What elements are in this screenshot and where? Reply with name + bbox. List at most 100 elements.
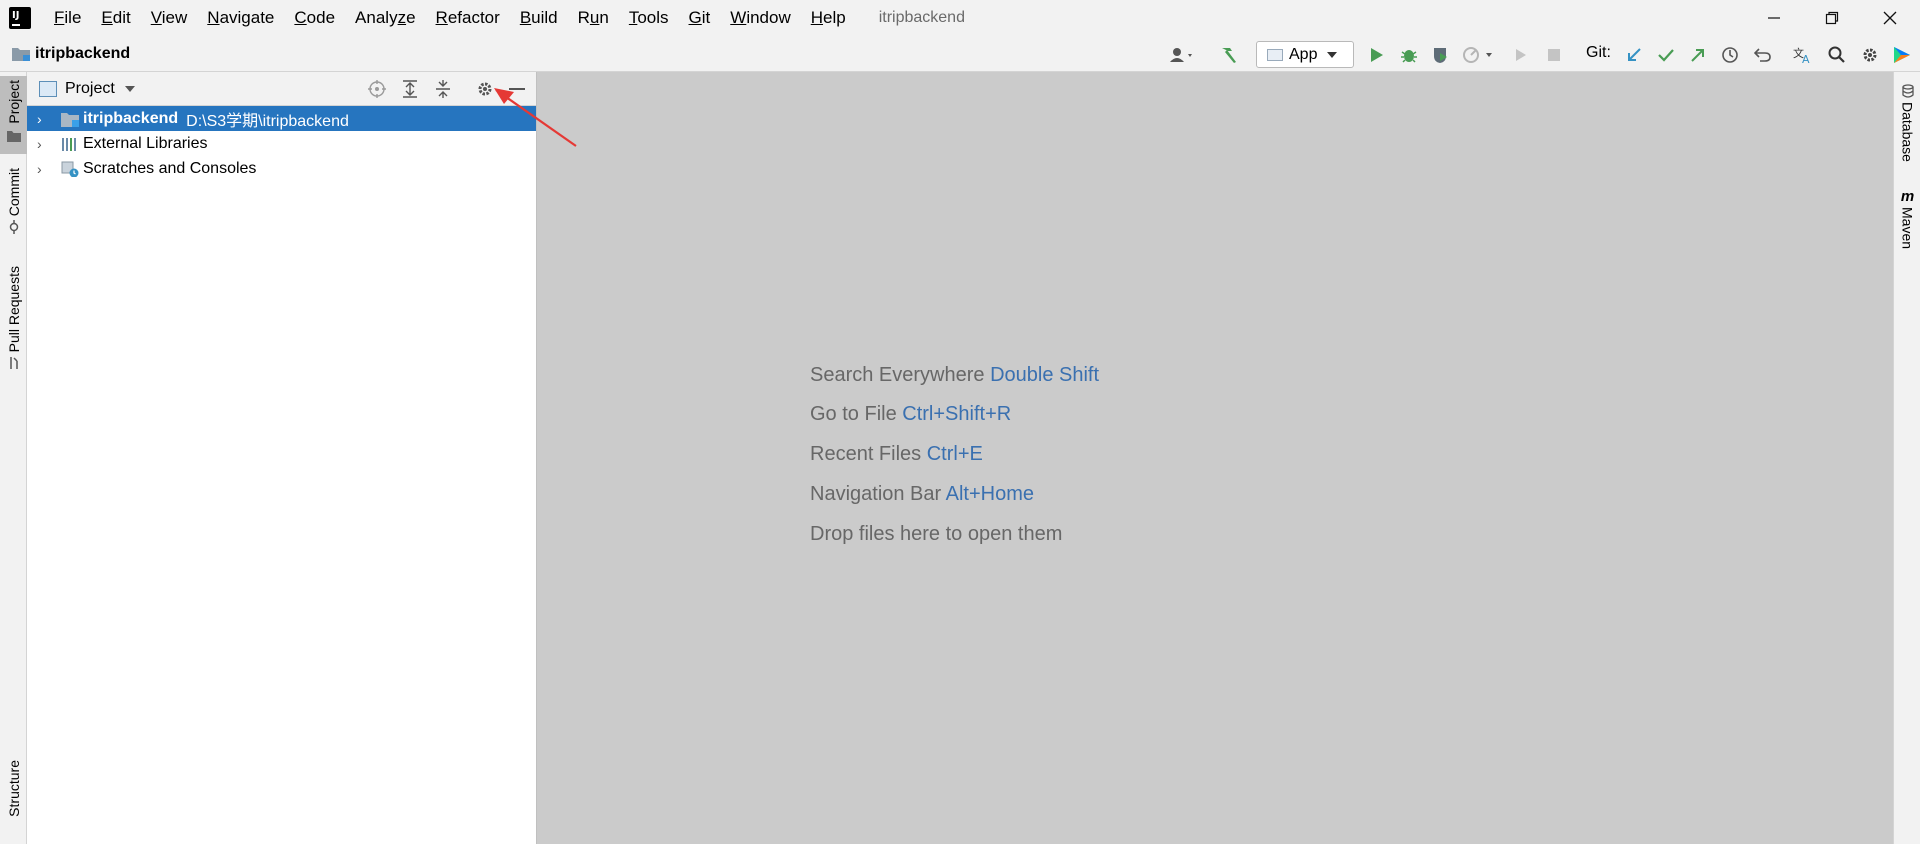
expand-all-button[interactable] — [399, 78, 421, 100]
collapse-all-button[interactable] — [432, 78, 454, 100]
run-with-coverage-button[interactable] — [1430, 44, 1452, 66]
menu-tools[interactable]: Tools — [618, 8, 678, 28]
panel-options-button[interactable] — [474, 78, 496, 100]
translate-icon: 文A — [1793, 46, 1810, 64]
chevron-right-icon[interactable]: › — [37, 111, 49, 127]
chevron-down-icon[interactable] — [124, 85, 135, 92]
close-icon — [1883, 11, 1897, 25]
project-panel-title[interactable]: Project — [65, 80, 115, 98]
commit-icon — [9, 220, 18, 235]
code-with-me-icon — [1894, 47, 1910, 63]
menu-refactor[interactable]: Refactor — [425, 8, 509, 28]
menu-window[interactable]: Window — [719, 8, 799, 28]
hint-shortcut: Ctrl+E — [926, 443, 983, 465]
run-configuration-select[interactable]: App — [1256, 41, 1354, 68]
project-view-icon — [39, 80, 57, 97]
hint-shortcut: Ctrl+Shift+R — [902, 403, 1012, 425]
minimize-button[interactable] — [1745, 0, 1803, 36]
tool-tab-structure-label: Structure — [5, 760, 22, 817]
git-update-button[interactable] — [1623, 44, 1645, 66]
tool-tab-pull-requests-label: Pull Requests — [5, 266, 22, 353]
debug-button[interactable] — [1398, 44, 1420, 66]
pull-request-icon — [9, 357, 18, 370]
svg-text:A: A — [1802, 53, 1810, 64]
tree-node-external-libraries[interactable]: › External Libraries — [27, 131, 536, 156]
editor-area[interactable]: Search Everywhere Double Shift Go to Fil… — [536, 72, 1893, 844]
gear-icon — [478, 82, 492, 96]
tool-tab-maven-label: Maven — [1899, 207, 1916, 250]
git-commit-button[interactable] — [1655, 44, 1677, 66]
restore-icon — [1825, 11, 1839, 25]
project-panel-header: Project — [27, 72, 536, 106]
menu-view[interactable]: View — [140, 8, 197, 28]
chevron-down-icon — [1327, 51, 1338, 58]
menu-code[interactable]: Code — [283, 8, 344, 28]
hint-label: Recent Files — [810, 443, 922, 465]
database-icon — [1901, 84, 1914, 98]
hint-drop-files: Drop files here to open them — [810, 523, 1062, 546]
chevron-right-icon[interactable]: › — [37, 161, 49, 177]
git-push-button[interactable] — [1687, 44, 1709, 66]
tool-tab-commit-label: Commit — [5, 168, 22, 217]
menu-run[interactable]: Run — [567, 8, 618, 28]
undo-icon — [1754, 48, 1771, 62]
hint-label: Go to File — [810, 403, 897, 425]
menu-edit[interactable]: Edit — [90, 8, 139, 28]
checkmark-icon — [1658, 49, 1674, 62]
search-icon — [1828, 46, 1845, 63]
menu-navigate[interactable]: Navigate — [196, 8, 283, 28]
chevron-right-icon[interactable]: › — [37, 136, 49, 152]
tool-tab-pull-requests[interactable]: Pull Requests — [0, 266, 27, 376]
tree-node-scratches[interactable]: › Scratches and Consoles — [27, 156, 536, 181]
git-rollback-button[interactable] — [1752, 44, 1774, 66]
resume-icon — [1516, 49, 1526, 61]
tool-tab-project[interactable]: Project — [0, 76, 27, 154]
breadcrumb-project[interactable]: itripbackend — [35, 45, 130, 63]
settings-button[interactable] — [1859, 44, 1881, 66]
hint-label: Navigation Bar — [810, 483, 942, 505]
tree-node-project-root[interactable]: › itripbackend D:\S3学期\itripbackend — [27, 106, 536, 131]
tool-tab-maven[interactable]: m Maven — [1894, 188, 1920, 249]
profiler-icon — [1463, 47, 1492, 63]
stop-button[interactable] — [1543, 44, 1565, 66]
git-history-button[interactable] — [1719, 44, 1741, 66]
close-button[interactable] — [1861, 0, 1919, 36]
hint-navigation-bar: Navigation Bar Alt+Home — [810, 483, 1034, 506]
menu-help[interactable]: Help — [800, 8, 855, 28]
translate-button[interactable]: 文A — [1792, 44, 1814, 66]
target-icon — [368, 80, 386, 98]
tool-tab-database-label: Database — [1899, 102, 1916, 162]
minimize-icon — [1768, 17, 1780, 19]
run-button[interactable] — [1366, 44, 1388, 66]
hammer-icon — [1222, 48, 1236, 63]
tool-tab-database[interactable]: Database — [1894, 84, 1920, 162]
git-label: Git: — [1586, 44, 1611, 61]
run-config-label: App — [1289, 45, 1318, 63]
menu-bar: IJ File Edit View Navigate Code Analyze … — [0, 0, 1920, 36]
arrow-down-left-icon — [1628, 48, 1641, 61]
stop-icon — [1548, 49, 1560, 61]
maven-icon: m — [1900, 188, 1915, 205]
minimize-icon — [509, 88, 525, 90]
account-dropdown-button[interactable] — [1170, 44, 1192, 66]
tool-tab-structure[interactable]: Structure — [0, 760, 27, 844]
tree-node-path: D:\S3学期\itripbackend — [186, 112, 349, 130]
search-everywhere-button[interactable] — [1826, 44, 1848, 66]
code-with-me-button[interactable] — [1891, 44, 1913, 66]
clock-icon — [1722, 47, 1738, 63]
menu-build[interactable]: Build — [509, 8, 567, 28]
menu-analyze[interactable]: Analyze — [344, 8, 425, 28]
module-folder-icon — [12, 47, 30, 61]
resume-button[interactable] — [1510, 44, 1532, 66]
tool-tab-commit[interactable]: Commit — [0, 168, 27, 248]
select-opened-file-button[interactable] — [366, 78, 388, 100]
restore-button[interactable] — [1803, 0, 1861, 36]
module-folder-icon — [61, 112, 79, 127]
build-button[interactable] — [1218, 44, 1240, 66]
hide-panel-button[interactable] — [506, 78, 528, 100]
run-icon — [1371, 48, 1383, 62]
profile-dropdown-button[interactable] — [1462, 44, 1496, 66]
menu-git[interactable]: Git — [678, 8, 720, 28]
menu-file[interactable]: File — [43, 8, 90, 28]
coverage-icon — [1434, 48, 1447, 63]
